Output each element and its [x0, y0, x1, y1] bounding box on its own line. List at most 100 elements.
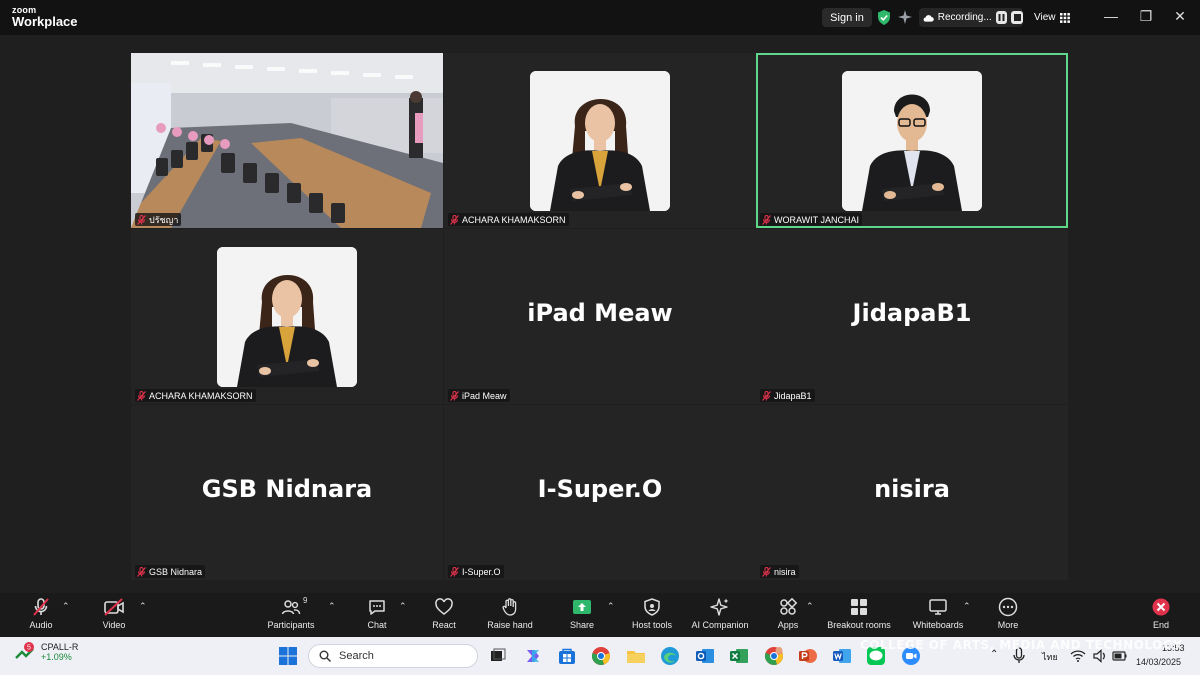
ai-companion-sparkle-icon	[710, 598, 729, 616]
participant-name-label: nisira	[760, 565, 799, 578]
woman-portrait-video	[217, 247, 357, 387]
minimize-icon[interactable]: —	[1101, 8, 1121, 24]
participant-name: WORAWIT JANCHAI	[774, 214, 859, 225]
recording-status[interactable]: Recording...	[919, 8, 1023, 27]
more-button[interactable]: More	[968, 597, 1048, 630]
share-screen-icon	[573, 600, 591, 614]
word-icon[interactable]	[832, 646, 852, 666]
participant-name: ACHARA KHAMAKSORN	[149, 390, 253, 401]
mic-muted-icon	[450, 390, 459, 401]
participant-tile[interactable]: ACHARA KHAMAKSORN	[131, 229, 443, 404]
mic-muted-icon	[762, 390, 771, 401]
participants-options-chevron-up-icon[interactable]: ⌃	[328, 601, 336, 612]
participants-count: 9	[303, 596, 308, 605]
search-label: Search	[339, 650, 374, 662]
participant-name: JidapaB1	[774, 390, 812, 401]
participant-tile[interactable]: nisira nisira	[756, 405, 1068, 580]
restore-icon[interactable]: ❐	[1136, 8, 1156, 25]
apps-button[interactable]: Apps	[748, 597, 828, 630]
video-grid: ปรัชญา ACHARA KHAMAKSORN WORAWIT JANCHAI…	[131, 53, 1069, 581]
powerpoint-icon[interactable]	[798, 646, 818, 666]
shield-icon	[644, 598, 660, 616]
whiteboard-icon	[929, 599, 947, 615]
apps-icon	[780, 597, 798, 615]
participant-name-label: JidapaB1	[760, 389, 815, 402]
breakout-rooms-label: Breakout rooms	[827, 620, 891, 630]
edge-icon[interactable]	[660, 646, 680, 666]
excel-icon[interactable]	[729, 646, 749, 666]
participant-display-name: I-Super.O	[537, 475, 663, 503]
whiteboards-label: Whiteboards	[912, 620, 964, 630]
participant-display-name: iPad Meaw	[527, 299, 673, 327]
taskbar-search[interactable]: Search	[308, 644, 478, 668]
participant-tile[interactable]: JidapaB1 JidapaB1	[756, 229, 1068, 404]
microsoft-store-icon[interactable]	[557, 646, 577, 666]
security-shield-icon[interactable]	[877, 10, 891, 25]
ai-sparkle-icon[interactable]	[898, 10, 912, 24]
pause-icon	[998, 14, 1005, 21]
participant-video	[842, 71, 982, 211]
hand-icon	[502, 598, 517, 616]
participant-tile[interactable]: ACHARA KHAMAKSORN	[444, 53, 756, 228]
woman-portrait-video	[530, 71, 670, 211]
stop-icon	[1013, 14, 1021, 21]
participant-name-label: ACHARA KHAMAKSORN	[135, 389, 256, 402]
raise-hand-button[interactable]: Raise hand	[470, 597, 550, 630]
participant-tile[interactable]: iPad Meaw iPad Meaw	[444, 229, 756, 404]
participant-tile[interactable]: GSB Nidnara GSB Nidnara	[131, 405, 443, 580]
meeting-toolbar: Audio ⌃ Video ⌃ Participants 9 ⌃ Chat ⌃ …	[0, 593, 1200, 637]
end-label: End	[1152, 620, 1169, 630]
participants-icon	[281, 600, 301, 615]
participants-label: Participants	[267, 620, 315, 630]
participant-tile[interactable]: ปรัชญา	[131, 53, 443, 228]
breakout-rooms-button[interactable]: Breakout rooms	[819, 597, 899, 630]
video-options-chevron-up-icon[interactable]: ⌃	[139, 601, 147, 612]
stock-widget[interactable]: 5 CPALL-R +1.09%	[14, 642, 78, 664]
participant-name-label: GSB Nidnara	[135, 565, 206, 578]
meeting-stage: ปรัชญา ACHARA KHAMAKSORN WORAWIT JANCHAI…	[0, 35, 1200, 593]
apps-label: Apps	[777, 620, 799, 630]
chrome-icon[interactable]	[591, 646, 611, 666]
copilot-icon[interactable]	[523, 646, 543, 666]
participant-tile[interactable]: I-Super.O I-Super.O	[444, 405, 756, 580]
recording-label: Recording...	[937, 12, 992, 23]
apps-options-chevron-up-icon[interactable]: ⌃	[806, 601, 814, 612]
mic-muted-icon	[137, 566, 146, 577]
more-icon	[998, 597, 1018, 617]
sign-in-button[interactable]: Sign in	[822, 8, 872, 27]
file-explorer-icon[interactable]	[626, 646, 646, 666]
chrome-profile-icon[interactable]	[764, 646, 784, 666]
breakout-rooms-icon	[851, 599, 867, 615]
windows-start-icon[interactable]	[278, 646, 298, 666]
close-icon[interactable]: ✕	[1170, 8, 1190, 25]
camera-off-icon	[104, 598, 124, 616]
stock-change: +1.09%	[41, 652, 72, 662]
audio-label: Audio	[29, 620, 53, 630]
end-meeting-button[interactable]: End	[1121, 597, 1200, 630]
more-label: More	[997, 620, 1019, 630]
audio-options-chevron-up-icon[interactable]: ⌃	[62, 601, 70, 612]
grid-view-icon	[1059, 12, 1070, 23]
pause-recording-button[interactable]	[995, 11, 1008, 24]
participant-tile[interactable]: WORAWIT JANCHAI	[756, 53, 1068, 228]
college-watermark: COLLEGE OF ARTS, MEDIA AND TECHNOLOGY	[860, 638, 1183, 652]
stop-recording-button[interactable]	[1011, 11, 1023, 24]
video-label: Video	[102, 620, 126, 630]
search-icon	[319, 650, 331, 662]
raise-hand-label: Raise hand	[487, 620, 533, 630]
participant-name-label: I-Super.O	[448, 565, 504, 578]
participants-button[interactable]: Participants	[251, 597, 331, 630]
end-call-icon	[1152, 598, 1170, 616]
outlook-icon[interactable]	[695, 646, 715, 666]
chat-icon	[369, 600, 385, 615]
clock-date[interactable]: 14/03/2025	[1136, 657, 1181, 667]
logo-bottom: Workplace	[12, 14, 78, 29]
heart-icon	[435, 598, 453, 615]
mic-muted-icon	[33, 598, 49, 616]
task-view-icon[interactable]	[488, 646, 508, 666]
keyboard-language[interactable]: ไทย	[1042, 650, 1058, 664]
participant-name: I-Super.O	[462, 566, 501, 577]
view-label: View	[1034, 12, 1056, 23]
view-button[interactable]: View	[1028, 8, 1078, 27]
mic-muted-icon	[450, 214, 459, 225]
